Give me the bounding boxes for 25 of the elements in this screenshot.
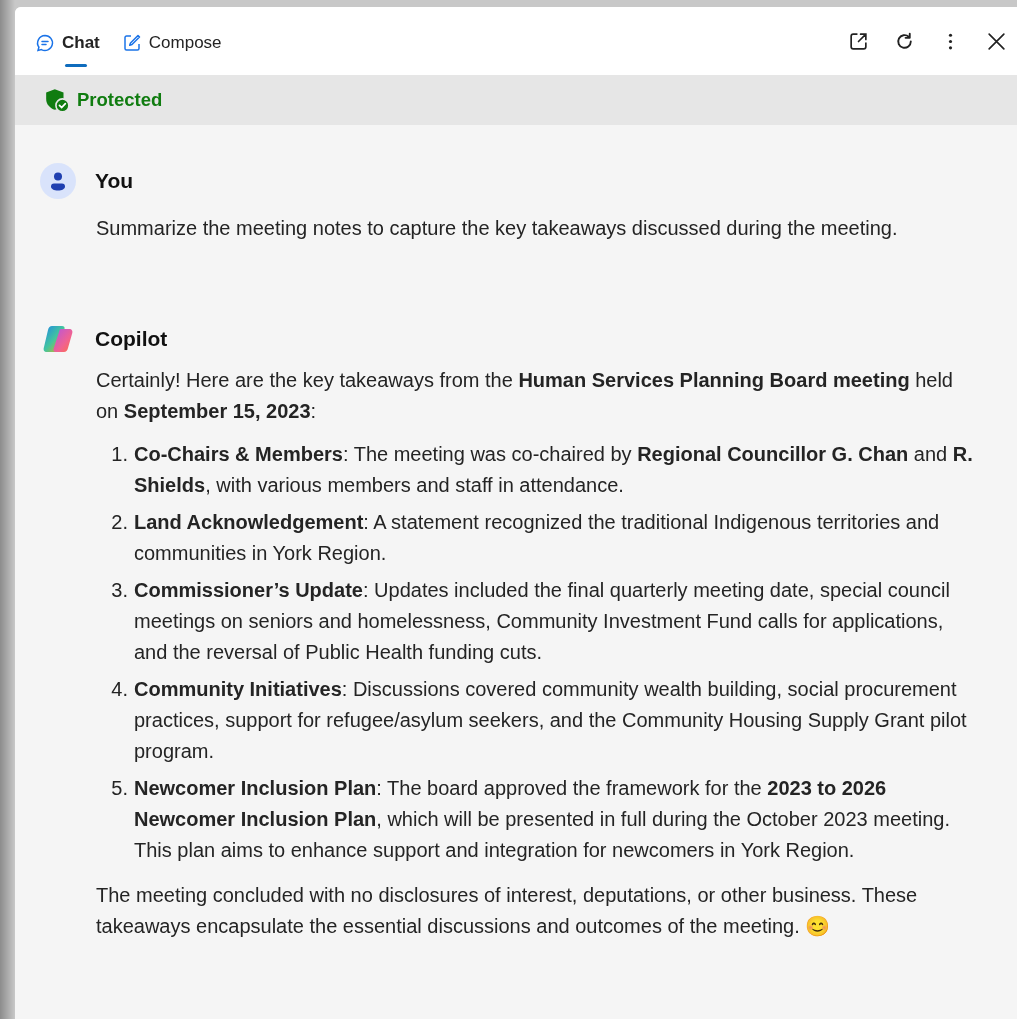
edit-icon <box>121 33 142 53</box>
list-item-text: Newcomer Inclusion Plan: The board approved the framework for the 2023 to 2026 Newcomer Inclusion Plan, which will be presented in full during the October 2023 meeting. This plan aims to enhance support and integration for newcomers in York Region. <box>134 776 951 863</box>
message-text: The meeting concluded with no disclosures of interest, deputations, or other business. These takeaways encapsulate the essential discussions and outcomes of the meeting. 😊 <box>96 883 919 939</box>
list-item-text: Community Initiatives: Discussions covered community wealth building, social procurement practices, support for refugee/asylum seekers, and the Community Housing Supply Grant pilot program. <box>134 677 968 764</box>
user-avatar-icon <box>40 163 76 199</box>
author-name: Copilot <box>95 327 168 351</box>
close-icon[interactable] <box>986 30 1007 52</box>
refresh-icon[interactable] <box>894 30 915 52</box>
tab[interactable]: Compose <box>121 19 222 67</box>
chat-bubble-icon <box>35 33 55 53</box>
list-number: 4. <box>110 677 128 702</box>
tab[interactable]: Chat <box>35 19 100 67</box>
list-item-text: Commissioner’s Update: Updates included the final quarterly meeting date, special council meetings on seniors and homelessness, Community Investment Fund calls for applications, and the reversal of Public Health funding cuts. <box>134 578 951 665</box>
list-number: 2. <box>110 510 128 535</box>
shield-check-icon <box>44 87 70 113</box>
list-item-text: Co-Chairs & Members: The meeting was co-chaired by Regional Councillor G. Chan and R. Shields, with various members and staff in attendance. <box>134 442 974 498</box>
open-external-icon[interactable] <box>848 30 869 52</box>
list-item-text: Land Acknowledgement: A statement recognized the traditional Indigenous territories and communities in York Region. <box>134 510 941 566</box>
list-number: 3. <box>110 578 128 603</box>
protected-label: Protected <box>77 89 163 111</box>
list-number: 5. <box>110 776 128 801</box>
message-text: Summarize the meeting notes to capture the key takeaways discussed during the meeting. <box>96 216 899 241</box>
message-text: Certainly! Here are the key takeaways from the Human Services Planning Board meeting held on September 15, 2023: <box>96 368 954 424</box>
author-name: You <box>95 169 134 193</box>
list-number: 1. <box>110 442 128 467</box>
